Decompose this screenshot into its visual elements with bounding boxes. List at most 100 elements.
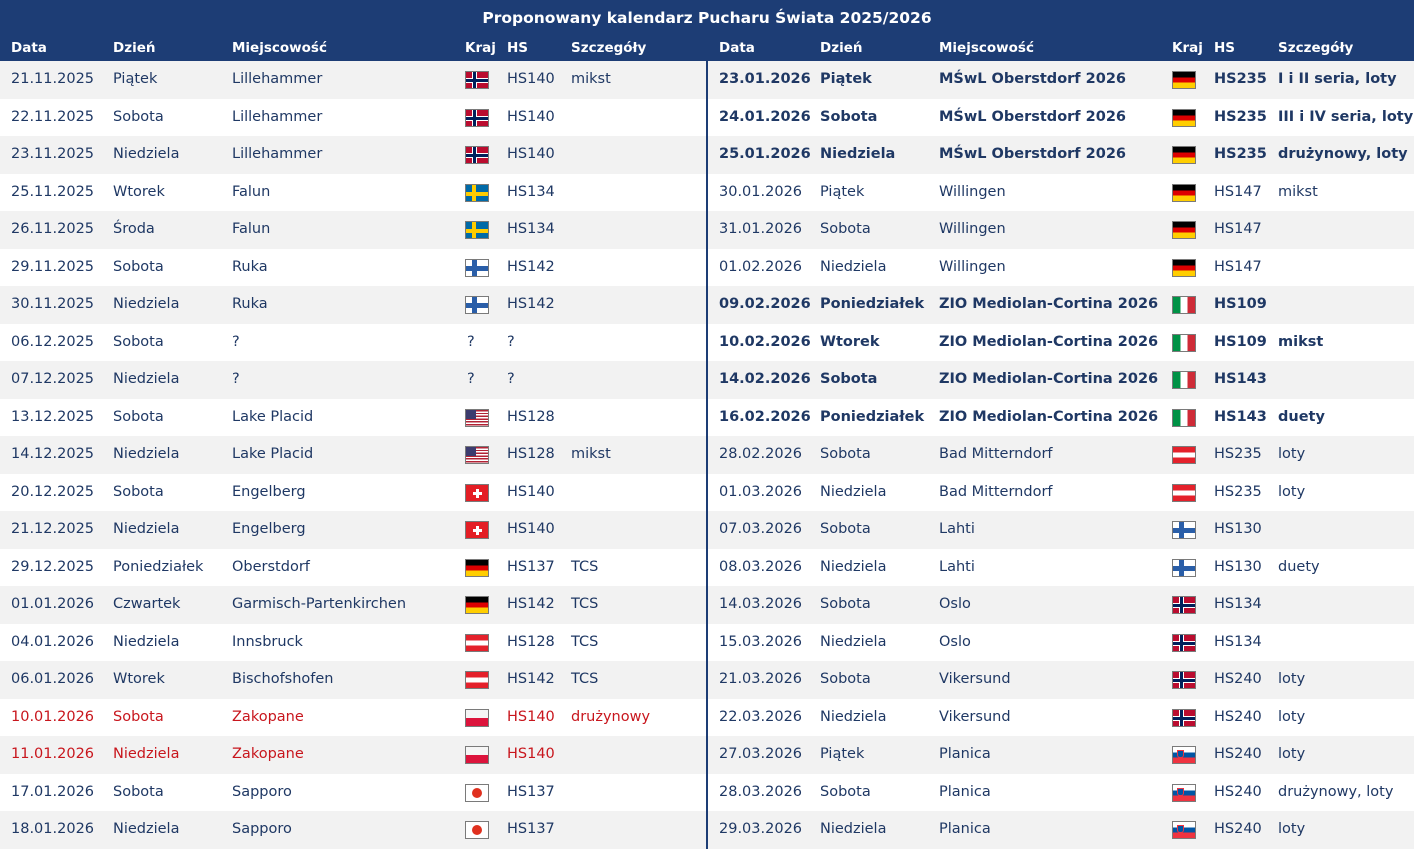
table-row: 21.03.2026 Sobota Vikersund HS240 loty [708, 661, 1414, 699]
table-row: 14.02.2026 Sobota ZIO Mediolan-Cortina 202… [708, 361, 1414, 399]
table-row: 06.01.2026 Wtorek Bischofshofen HS142 TCS [0, 661, 706, 699]
day-cell: Środa [113, 221, 155, 237]
table-row: 04.01.2026 Niedziela Innsbruck HS128 TCS [0, 623, 706, 661]
hs-cell: HS109 [1214, 296, 1267, 312]
page-title: Proponowany kalendarz Pucharu Świata 202… [0, 0, 1414, 36]
table-row: 07.12.2025 Niedziela??? [0, 361, 706, 399]
table-row: 11.01.2026 Niedziela Zakopane HS140 [0, 736, 706, 774]
hs-cell: HS140 [507, 521, 555, 537]
venue-cell: Bischofshofen [232, 671, 334, 687]
table-row: 13.12.2025 Sobota Lake Placid HS128 [0, 398, 706, 436]
details-cell: duety [1278, 408, 1325, 425]
hs-cell: ? [507, 333, 515, 350]
usa-flag-icon [465, 408, 489, 427]
venue-cell: MŚwL Oberstdorf 2026 [939, 108, 1127, 125]
hs-cell: HS142 [507, 296, 555, 312]
table-row: 17.01.2026 Sobota Sapporo HS137 [0, 773, 706, 811]
header-day: Dzień [113, 40, 156, 56]
hs-cell: HS240 [1214, 783, 1262, 800]
date-cell: 27.03.2026 [719, 746, 803, 762]
day-cell: Niedziela [113, 446, 180, 462]
day-cell: Sobota [820, 446, 871, 462]
date-cell: 10.01.2026 [11, 708, 95, 725]
day-cell: Sobota [820, 371, 878, 387]
hs-cell: HS240 [1214, 671, 1262, 687]
day-cell: Niedziela [113, 633, 180, 650]
hs-cell: HS142 [507, 671, 555, 687]
day-cell: Niedziela [113, 146, 180, 162]
table-row: 21.12.2025 Niedziela Engelberg HS140 [0, 511, 706, 549]
details-cell: mikst [571, 71, 611, 87]
venue-cell: Zakopane [232, 746, 304, 762]
venue-cell: Vikersund [939, 671, 1011, 687]
venue-cell: Ruka [232, 296, 268, 312]
date-cell: 22.11.2025 [11, 108, 95, 125]
hs-cell: HS128 [507, 446, 555, 462]
table-row: 23.11.2025 Niedziela Lillehammer HS140 [0, 136, 706, 174]
norway-flag-icon [465, 108, 489, 127]
venue-cell: Lahti [939, 558, 975, 575]
hs-cell: HS137 [507, 821, 555, 837]
day-cell: Sobota [113, 408, 164, 425]
hs-cell: HS235 [1214, 446, 1262, 462]
hs-cell: HS235 [1214, 483, 1262, 500]
venue-cell: Planica [939, 821, 991, 837]
table-row: 22.11.2025 Sobota Lillehammer HS140 [0, 98, 706, 136]
finland-flag-icon [465, 258, 489, 277]
hs-cell: HS140 [507, 108, 555, 125]
table-row: 28.02.2026 Sobota Bad Mitterndorf HS235 loty [708, 436, 1414, 474]
venue-cell: Oslo [939, 596, 971, 612]
day-cell: Niedziela [113, 521, 180, 537]
date-cell: 11.01.2026 [11, 746, 95, 762]
day-cell: Wtorek [820, 333, 880, 350]
finland-flag-icon [1172, 521, 1196, 539]
day-cell: Niedziela [113, 746, 180, 762]
header-details: Szczegóły [1278, 40, 1354, 56]
date-cell: 29.03.2026 [719, 821, 803, 837]
date-cell: 07.12.2025 [11, 371, 95, 387]
venue-cell: ? [232, 371, 240, 387]
venue-cell: Lillehammer [232, 108, 323, 125]
norway-flag-icon [465, 146, 489, 164]
table-row: 29.12.2025 Poniedziałek Oberstdorf HS137 TCS [0, 548, 706, 586]
table-row: 29.03.2026 Niedziela Planica HS240 loty [708, 811, 1414, 849]
unknown-country-cell: ? [467, 333, 475, 350]
venue-cell: Lillehammer [232, 146, 323, 162]
table-row: 30.01.2026 Piątek Willingen HS147 mikst [708, 173, 1414, 211]
table-row: 14.12.2025 Niedziela Lake Placid HS128 mikst [0, 436, 706, 474]
table-row: 08.03.2026 Niedziela Lahti HS130 duety [708, 548, 1414, 586]
table-row: 18.01.2026 Niedziela Sapporo HS137 [0, 811, 706, 849]
germany-flag-icon [1172, 221, 1196, 239]
date-cell: 28.02.2026 [719, 446, 803, 462]
table-row: 20.12.2025 Sobota Engelberg HS140 [0, 473, 706, 511]
details-cell: loty [1278, 671, 1306, 687]
finland-flag-icon [465, 296, 489, 314]
table-row: 01.01.2026 Czwartek Garmisch-Partenkirchen… [0, 586, 706, 624]
date-cell: 04.01.2026 [11, 633, 95, 650]
hs-cell: HS235 [1214, 71, 1267, 87]
details-cell: mikst [1278, 183, 1318, 200]
day-cell: Niedziela [113, 821, 180, 837]
date-cell: 29.12.2025 [11, 558, 95, 575]
table-body-right: 23.01.2026 Piątek MŚwL Oberstdorf 2026 HS23… [708, 61, 1414, 849]
austria-flag-icon [1172, 446, 1196, 464]
germany-flag-icon [465, 596, 489, 614]
hs-cell: HS130 [1214, 558, 1262, 575]
day-cell: Niedziela [113, 296, 180, 312]
details-cell: I i II seria, loty [1278, 71, 1397, 87]
details-cell: loty [1278, 821, 1306, 837]
day-cell: Piątek [113, 71, 158, 87]
slovenia-flag-icon [1172, 746, 1196, 764]
venue-cell: Oberstdorf [232, 558, 310, 575]
hs-cell: HS240 [1214, 746, 1262, 762]
usa-flag-icon [465, 446, 489, 464]
day-cell: Sobota [113, 483, 164, 500]
details-cell: duety [1278, 558, 1320, 575]
hs-cell: HS240 [1214, 708, 1262, 725]
details-cell: mikst [1278, 333, 1324, 350]
date-cell: 20.12.2025 [11, 483, 95, 500]
venue-cell: Lake Placid [232, 408, 314, 425]
norway-flag-icon [1172, 633, 1196, 652]
table-header: Data Dzień Miejscowość Kraj HS Szczegóły [708, 36, 1414, 61]
header-date: Data [719, 40, 755, 56]
